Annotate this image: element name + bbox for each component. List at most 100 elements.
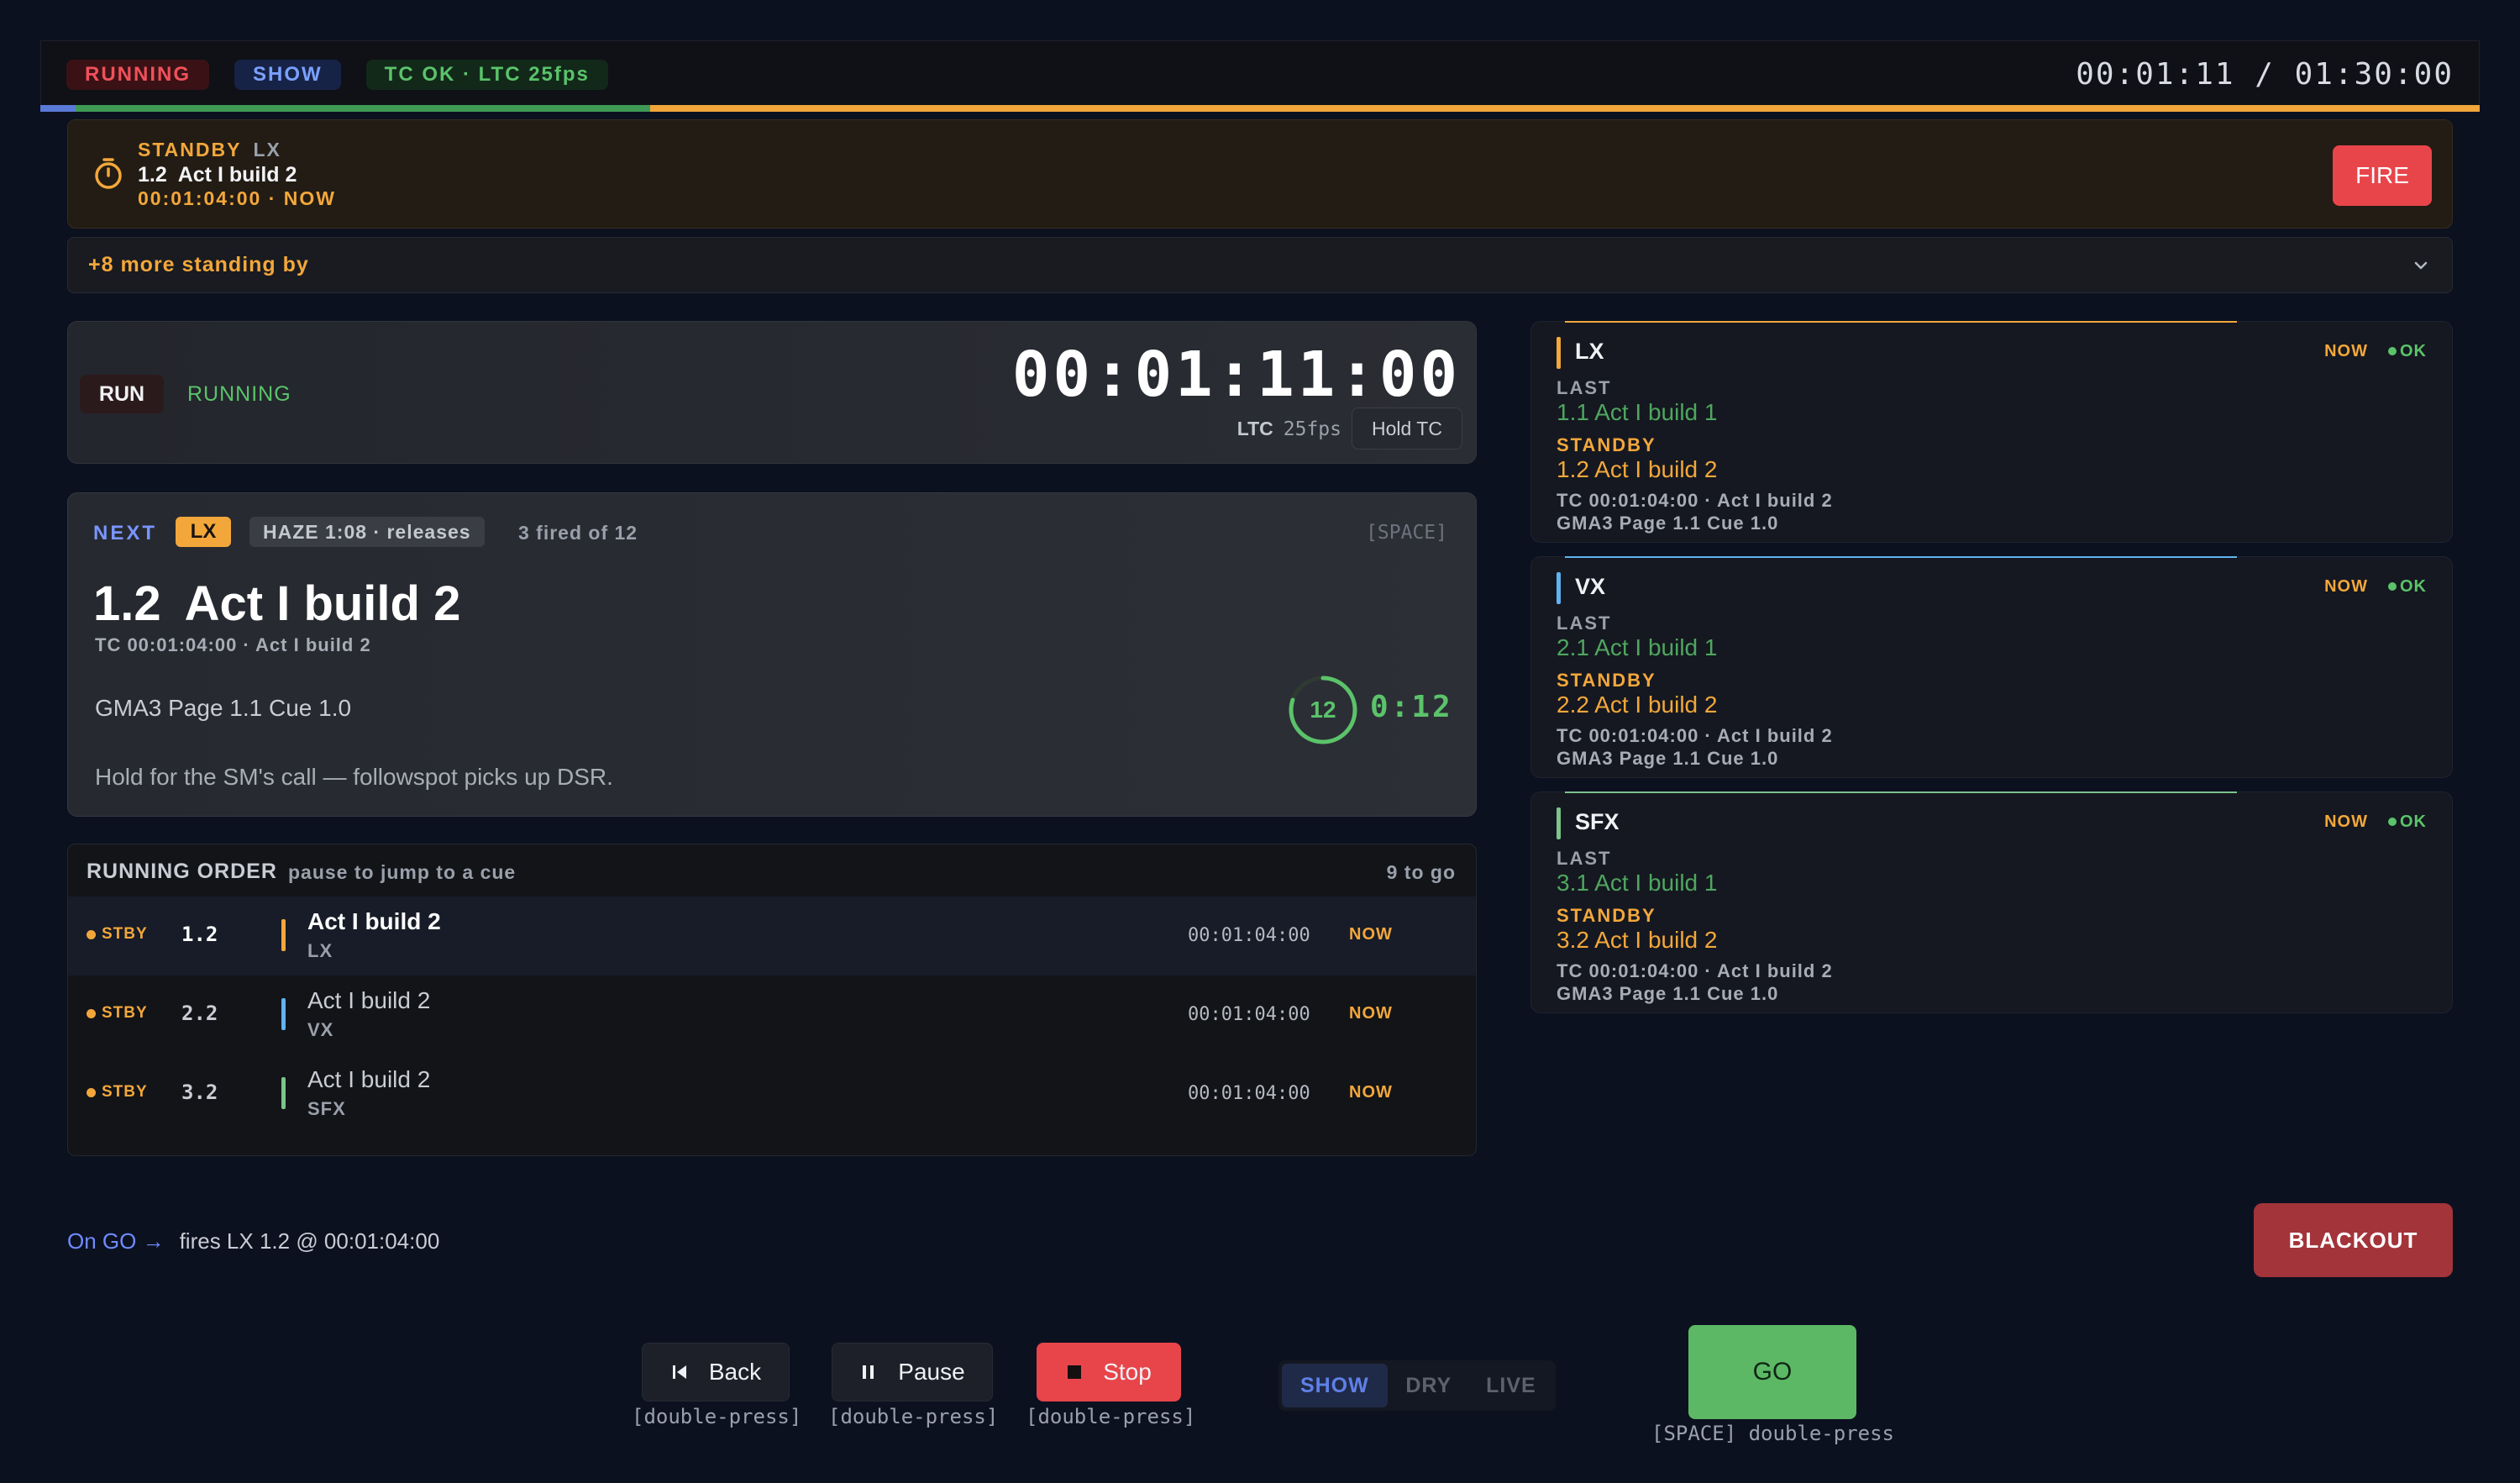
standby-time: 00:01:04:00 · NOW — [138, 187, 336, 209]
dept-card-vx: VX NOW OK LAST 2.1 Act I build 1 STANDBY… — [1530, 556, 2453, 778]
pause-icon — [859, 1363, 878, 1381]
next-cue-panel: NEXT LX HAZE 1:08 · releases 3 fired of … — [67, 492, 1477, 817]
row-when: NOW — [1349, 925, 1393, 944]
next-dept-badge: LX — [176, 517, 231, 547]
standby-cue: 3.2 Act I build 2 — [1557, 927, 1718, 953]
running-badge: RUNNING — [66, 59, 209, 90]
blackout-button[interactable]: BLACKOUT — [2254, 1203, 2453, 1277]
stop-button[interactable]: Stop — [1037, 1343, 1181, 1401]
next-cue-tc: TC 00:01:04:00 · Act I build 2 — [95, 634, 371, 655]
dept-now: NOW — [2324, 577, 2368, 596]
dept-target: GMA3 Page 1.1 Cue 1.0 — [1557, 748, 1779, 769]
row-title: Act I build 2 — [307, 987, 431, 1013]
run-button[interactable]: RUN — [80, 375, 164, 413]
running-order-row[interactable]: STBY 1.2 Act I build 2 LX 00:01:04:00 NO… — [68, 897, 1476, 976]
running-order-row[interactable]: STBY 3.2 Act I build 2 SFX 00:01:04:00 N… — [68, 1054, 1476, 1133]
timecode-panel: RUN RUNNING 00:01:11:00 LTC 25fps Hold TC — [67, 321, 1477, 464]
row-when: NOW — [1349, 1004, 1393, 1023]
mode-live[interactable]: LIVE — [1470, 1364, 1552, 1407]
standby-banner: STANDBY LX 1.2 Act I build 2 00:01:04:00 … — [67, 119, 2453, 229]
ok-dot — [2388, 818, 2397, 826]
last-cue: 3.1 Act I build 1 — [1557, 870, 1718, 896]
dept-card-lx: LX NOW OK LAST 1.1 Act I build 1 STANDBY… — [1530, 321, 2453, 543]
timecode-display: 00:01:11:00 — [1011, 339, 1461, 411]
row-cue-number: 2.2 — [181, 1002, 218, 1025]
chevron-down-icon — [2414, 261, 2428, 269]
mode-dry[interactable]: DRY — [1388, 1364, 1470, 1407]
next-cue-target: GMA3 Page 1.1 Cue 1.0 — [95, 695, 352, 721]
mode-toggle: SHOW DRY LIVE — [1278, 1360, 1556, 1411]
standby-cue: 1.2 Act I build 2 — [1557, 456, 1718, 482]
show-elapsed-timer: 00:01:11 / 01:30:00 — [2076, 57, 2454, 92]
back-button[interactable]: Back — [642, 1343, 790, 1401]
go-button[interactable]: GO — [1688, 1325, 1856, 1419]
running-order-title: RUNNING ORDER — [87, 860, 277, 883]
ok-dot — [2388, 347, 2397, 355]
next-cue-note: Hold for the SM's call — followspot pick… — [95, 764, 613, 790]
scroll-fade — [68, 1135, 1476, 1155]
status-bar: RUNNING SHOW TC OK · LTC 25fps 00:01:11 … — [40, 40, 2480, 108]
on-go-label: On GO → — [67, 1228, 165, 1254]
standby-cue: 1.2 Act I build 2 — [138, 163, 297, 187]
back-double-press-hint: [double-press] — [632, 1405, 802, 1428]
card-top-accent — [1565, 556, 2237, 558]
row-cue-number: 3.2 — [181, 1081, 218, 1104]
space-shortcut-hint: [SPACE] — [1366, 522, 1447, 544]
run-status: RUNNING — [187, 382, 291, 406]
next-cue-name: Act I build 2 — [184, 576, 461, 631]
fired-count: 3 fired of 12 — [518, 522, 638, 544]
progress-segment-done — [40, 105, 76, 112]
dept-name: VX — [1575, 574, 1606, 599]
row-status: STBY — [102, 1004, 148, 1022]
dept-ok: OK — [2400, 812, 2427, 831]
dept-name: SFX — [1575, 809, 1620, 834]
stop-double-press-hint: [double-press] — [1026, 1405, 1196, 1428]
status-dot — [87, 930, 96, 939]
dept-target: GMA3 Page 1.1 Cue 1.0 — [1557, 983, 1779, 1004]
row-dept-color-bar — [281, 919, 286, 951]
dept-ok: OK — [2400, 342, 2427, 360]
row-cue-number: 1.2 — [181, 923, 218, 946]
last-cue: 1.1 Act I build 1 — [1557, 399, 1718, 425]
pause-button[interactable]: Pause — [832, 1343, 993, 1401]
last-label: LAST — [1557, 377, 1612, 398]
card-top-accent — [1565, 321, 2237, 323]
fire-button[interactable]: FIRE — [2333, 145, 2432, 206]
skip-back-icon — [670, 1363, 689, 1381]
ltc-fps: 25fps — [1283, 418, 1341, 440]
row-timecode: 00:01:04:00 — [1188, 1004, 1310, 1025]
mode-show[interactable]: SHOW — [1282, 1364, 1388, 1407]
running-order-row[interactable]: STBY 2.2 Act I build 2 VX 00:01:04:00 NO… — [68, 976, 1476, 1054]
ltc-info: LTC 25fps — [1237, 418, 1341, 440]
hold-tc-button[interactable]: Hold TC — [1352, 408, 1462, 450]
row-status: STBY — [102, 1083, 148, 1101]
dept-color-bar — [1557, 337, 1561, 369]
row-timecode: 00:01:04:00 — [1188, 925, 1310, 946]
row-dept: VX — [307, 1019, 334, 1040]
dept-card-sfx: SFX NOW OK LAST 3.1 Act I build 1 STANDB… — [1530, 791, 2453, 1013]
next-label: NEXT — [93, 522, 158, 544]
go-shortcut-hint: [SPACE] double-press — [1651, 1422, 1894, 1445]
running-order-panel: RUNNING ORDER pause to jump to a cue 9 t… — [67, 844, 1477, 1156]
row-title: Act I build 2 — [307, 908, 441, 934]
last-label: LAST — [1557, 613, 1612, 634]
stop-icon — [1066, 1364, 1083, 1380]
dept-color-bar — [1557, 572, 1561, 604]
row-dept: SFX — [307, 1098, 346, 1119]
standby-label: STANDBY — [1557, 670, 1656, 691]
dept-target: GMA3 Page 1.1 Cue 1.0 — [1557, 513, 1779, 534]
standby-heading: STANDBY LX — [138, 139, 281, 161]
row-status: STBY — [102, 925, 148, 943]
dept-tc-line: TC 00:01:04:00 · Act I build 2 — [1557, 490, 1833, 511]
standby-label: STANDBY — [1557, 905, 1656, 926]
next-cue-title: 1.2 Act I build 2 — [93, 576, 460, 632]
more-standby-expander[interactable]: +8 more standing by — [67, 237, 2453, 293]
last-cue: 2.1 Act I build 1 — [1557, 634, 1718, 660]
row-title: Act I build 2 — [307, 1066, 431, 1092]
dept-tc-line: TC 00:01:04:00 · Act I build 2 — [1557, 960, 1833, 981]
stopwatch-icon — [95, 158, 122, 189]
more-standby-label: +8 more standing by — [88, 253, 309, 276]
running-order-remaining: 9 to go — [1386, 861, 1456, 883]
on-go-summary: On GO → fires LX 1.2 @ 00:01:04:00 — [67, 1228, 439, 1254]
status-dot — [87, 1088, 96, 1097]
